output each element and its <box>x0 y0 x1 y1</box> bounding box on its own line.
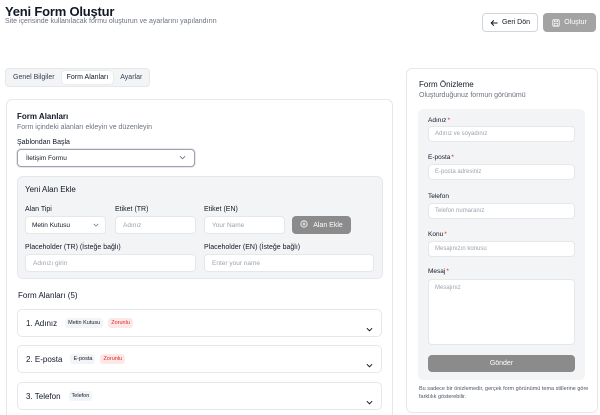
field-type-value: Metin Kutusu <box>32 221 70 229</box>
field-type-badge: Metin Kutusu <box>65 318 104 328</box>
chevron-down-icon[interactable] <box>366 319 373 337</box>
back-button-label: Geri Dön <box>501 19 530 26</box>
placeholder-en-input[interactable]: Enter your name <box>204 254 374 272</box>
new-field-title: Yeni Alan Ekle <box>25 185 76 194</box>
tab-settings[interactable]: Ayarlar <box>115 71 147 84</box>
field-type-select[interactable]: Metin Kutusu <box>25 216 106 234</box>
preview-phone-input[interactable]: Telefon numaranız <box>428 203 575 219</box>
template-select[interactable]: İletişim Formu <box>17 149 195 167</box>
preview-field-label: Konu* <box>428 231 447 238</box>
back-button[interactable]: Geri Dön <box>482 13 538 32</box>
preview-name-input[interactable]: Adınız ve soyadınız <box>428 126 575 142</box>
tab-bar: Genel Bilgiler Form Alanları Ayarlar <box>5 68 151 87</box>
field-row[interactable]: 1. Adınız Metin Kutusu Zorunlu <box>17 309 382 337</box>
template-label: Şablondan Başla <box>17 139 70 146</box>
page-title: Yeni Form Oluştur <box>5 4 115 19</box>
add-field-button[interactable]: Alan Ekle <box>292 216 351 234</box>
page-subtitle: Site içerisinde kullanılacak formu oluşt… <box>5 18 217 25</box>
preview-note: Bu sadece bir önizlemedir, gerçek form g… <box>419 386 589 400</box>
field-row[interactable]: 3. Telefon Telefon <box>17 382 382 410</box>
placeholder-en-label: Placeholder (EN) (İsteğe bağlı) <box>204 244 301 251</box>
placeholder-tr-input[interactable]: Adınızı girin <box>25 254 196 272</box>
add-field-label: Alan Ekle <box>313 221 343 229</box>
required-badge: Zorunlu <box>100 354 126 364</box>
chevron-down-icon[interactable] <box>366 355 373 373</box>
chevron-down-icon <box>93 222 99 229</box>
field-row[interactable]: 2. E-posta E-posta Zorunlu <box>17 345 382 373</box>
preview-field-label: Mesaj* <box>428 268 449 275</box>
preview-subject-input[interactable]: Mesajınızın konusu <box>428 241 575 257</box>
form-fields-title: Form Alanları <box>17 112 69 121</box>
form-fields-subtitle: Form içindeki alanları ekleyin ve düzenl… <box>17 124 153 131</box>
field-list-title: Form Alanları (5) <box>18 291 78 300</box>
label-en-label: Etiket (EN) <box>204 206 238 213</box>
preview-field-label: Adınız* <box>428 117 450 124</box>
preview-send-button[interactable]: Gönder <box>428 355 575 372</box>
preview-message-textarea[interactable]: Mesajınız <box>428 279 575 345</box>
field-type-badge: Telefon <box>68 391 93 401</box>
arrow-left-icon <box>490 19 498 27</box>
preview-field-label: Telefon <box>428 193 449 200</box>
label-en-input[interactable]: Your Name <box>204 216 285 234</box>
tab-form-fields[interactable]: Form Alanları <box>61 71 114 84</box>
field-type-label: Alan Tipi <box>25 206 52 213</box>
chevron-down-icon <box>179 155 186 162</box>
tab-general[interactable]: Genel Bilgiler <box>8 71 60 84</box>
label-tr-input[interactable]: Adınız <box>115 216 196 234</box>
required-badge: Zorunlu <box>108 318 133 328</box>
preview-title: Form Önizleme <box>419 80 474 89</box>
plus-circle-icon <box>300 220 308 230</box>
template-select-value: İletişim Formu <box>26 154 67 162</box>
preview-subtitle: Oluşturduğunuz formun görünümü <box>419 92 526 99</box>
field-type-badge: E-posta <box>70 354 96 364</box>
save-icon <box>552 18 560 27</box>
label-tr-label: Etiket (TR) <box>115 206 149 213</box>
create-button-label: Oluştur <box>564 19 587 26</box>
preview-email-input[interactable]: E-posta adresiniz <box>428 164 575 180</box>
preview-field-label: E-posta* <box>428 154 454 161</box>
chevron-down-icon[interactable] <box>366 392 373 410</box>
field-row-title: 1. Adınız <box>26 318 58 328</box>
placeholder-tr-label: Placeholder (TR) (İsteğe bağlı) <box>25 244 121 251</box>
field-row-title: 2. E-posta <box>26 354 63 364</box>
field-row-title: 3. Telefon <box>26 391 61 401</box>
create-button[interactable]: Oluştur <box>543 13 596 32</box>
